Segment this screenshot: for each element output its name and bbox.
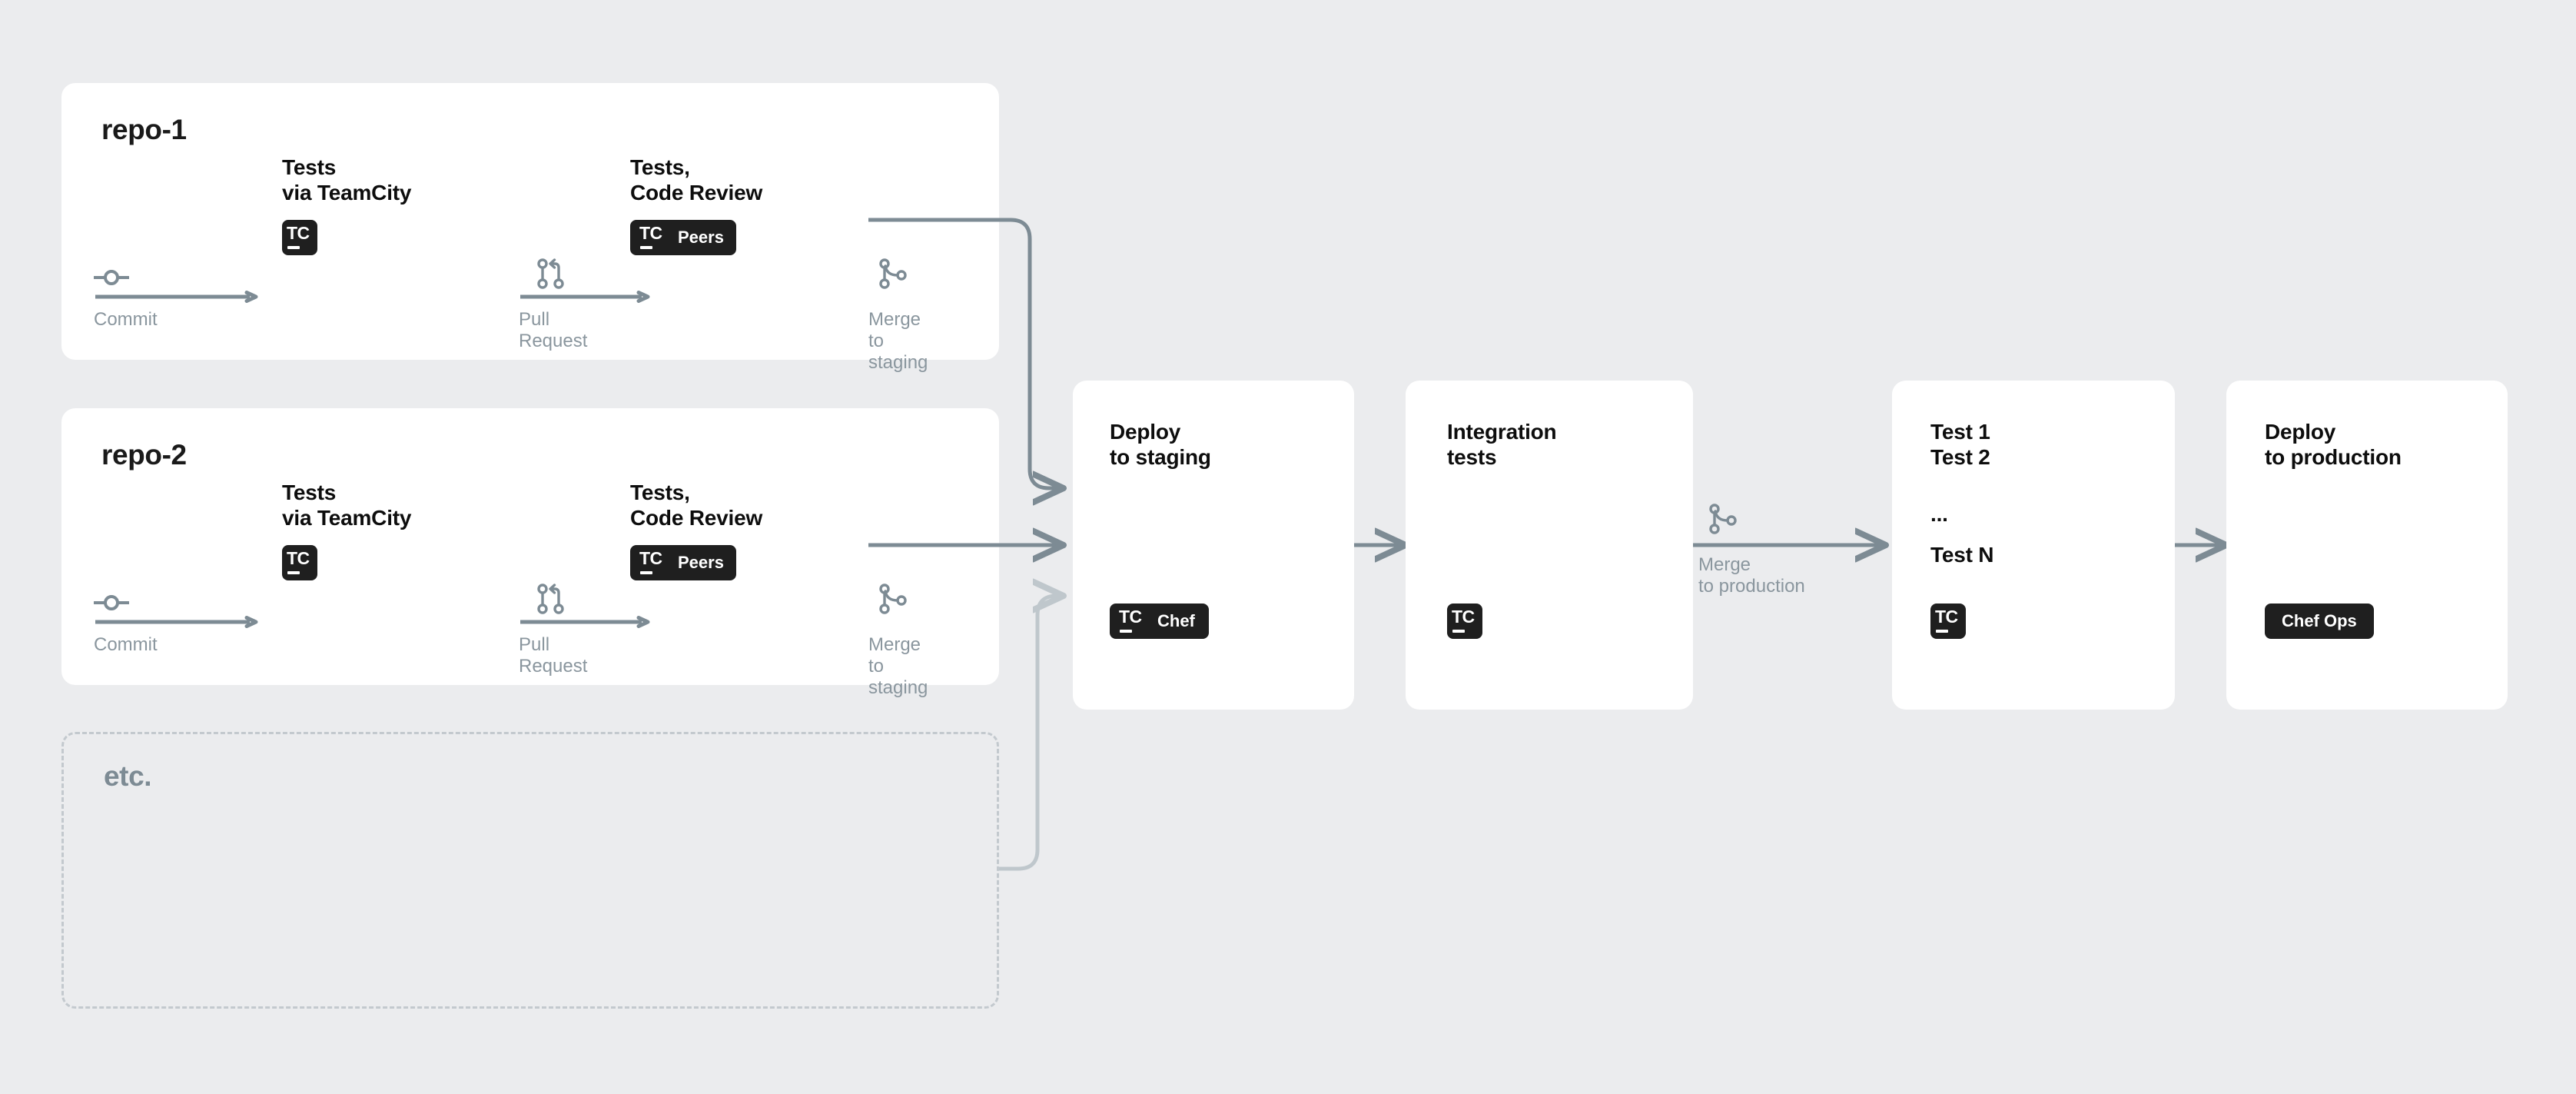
git-merge-icon xyxy=(879,258,907,293)
teamcity-logo-icon: TC xyxy=(287,223,313,249)
git-commit-icon xyxy=(93,268,130,291)
etc-title: etc. xyxy=(104,760,152,792)
step-title: Tests, Code Review xyxy=(630,155,763,205)
git-pull-request-icon xyxy=(537,584,565,618)
diagram-canvas: repo-1 Commit Tests via TeamCity TC Pull… xyxy=(0,0,2576,1094)
etc-card[interactable]: etc. xyxy=(61,732,999,1009)
arrow-line xyxy=(520,616,650,628)
badge-teamcity[interactable]: TC xyxy=(1930,604,1966,639)
teamcity-underline xyxy=(640,571,652,574)
teamcity-underline xyxy=(287,246,300,249)
teamcity-letters: TC xyxy=(639,223,662,243)
badge-teamcity-chef[interactable]: TC Chef xyxy=(1110,604,1209,639)
teamcity-letters: TC xyxy=(1119,607,1142,627)
teamcity-underline xyxy=(1120,630,1132,633)
teamcity-letters: TC xyxy=(639,548,662,568)
step-title: Tests via TeamCity xyxy=(282,155,412,205)
pipeline-card-ellipsis: ... xyxy=(1930,502,1948,526)
git-merge-icon xyxy=(879,584,907,618)
badge-chef-ops[interactable]: Chef Ops xyxy=(2265,604,2374,639)
pipeline-card-integration-tests[interactable]: Integration tests TC xyxy=(1406,381,1693,710)
pipeline-card-title: Test 1 Test 2 xyxy=(1930,420,1990,469)
arrow-line xyxy=(95,616,258,628)
badge-label: Chef Ops xyxy=(2282,611,2357,630)
teamcity-logo-icon: TC xyxy=(639,223,666,249)
arrow-line xyxy=(95,291,258,303)
merge-staging-line-repo1 xyxy=(868,218,1003,222)
transition-label: Commit xyxy=(94,309,158,330)
badge-label: Chef xyxy=(1157,611,1195,630)
git-merge-icon xyxy=(1709,504,1737,538)
badge-teamcity-peers[interactable]: TC Peers xyxy=(630,545,736,580)
badge-teamcity[interactable]: TC xyxy=(282,545,317,580)
pipeline-card-tests[interactable]: Test 1 Test 2 ... Test N TC xyxy=(1892,381,2175,710)
pipeline-card-title: Deploy to production xyxy=(2265,420,2402,469)
teamcity-logo-icon: TC xyxy=(1119,607,1145,633)
badge-teamcity[interactable]: TC xyxy=(282,220,317,255)
pipeline-card-deploy-production[interactable]: Deploy to production Chef Ops xyxy=(2226,381,2508,710)
pipeline-card-subtitle: Test N xyxy=(1930,543,1994,567)
pipeline-card-title: Deploy to staging xyxy=(1110,420,1211,469)
teamcity-logo-icon: TC xyxy=(639,548,666,574)
teamcity-underline xyxy=(1452,630,1465,633)
teamcity-letters: TC xyxy=(1935,607,1958,627)
badge-label: Peers xyxy=(678,228,724,247)
repo-card-2[interactable]: repo-2 Commit Tests via TeamCity TC Pull… xyxy=(61,408,1003,698)
merge-staging-line-repo2 xyxy=(868,543,1003,547)
transition-label: Commit xyxy=(94,634,158,655)
transition-label: Merge to staging xyxy=(868,309,928,373)
transition-label: Merge to staging xyxy=(868,634,928,698)
pipeline-card-deploy-staging[interactable]: Deploy to staging TC Chef xyxy=(1073,381,1354,710)
teamcity-logo-icon: TC xyxy=(287,548,313,574)
teamcity-logo-icon: TC xyxy=(1452,607,1478,633)
pipeline-card-title: Integration tests xyxy=(1447,420,1557,469)
teamcity-underline xyxy=(287,571,300,574)
repo-1-title: repo-1 xyxy=(101,114,187,145)
teamcity-logo-icon: TC xyxy=(1935,607,1961,633)
badge-teamcity[interactable]: TC xyxy=(1447,604,1482,639)
badge-label: Peers xyxy=(678,553,724,572)
transition-label: Pull Request xyxy=(519,309,588,351)
arrow-line xyxy=(520,291,650,303)
teamcity-underline xyxy=(1936,630,1948,633)
step-title: Tests, Code Review xyxy=(630,480,763,530)
repo-2-title: repo-2 xyxy=(101,439,187,471)
teamcity-letters: TC xyxy=(1452,607,1475,627)
repo-card-1[interactable]: repo-1 Commit Tests via TeamCity TC Pull… xyxy=(61,83,1003,373)
teamcity-underline xyxy=(640,246,652,249)
git-commit-icon xyxy=(93,593,130,617)
teamcity-letters: TC xyxy=(287,223,310,243)
teamcity-letters: TC xyxy=(287,548,310,568)
transition-label: Pull Request xyxy=(519,634,588,677)
badge-teamcity-peers[interactable]: TC Peers xyxy=(630,220,736,255)
transition-label: Merge to production xyxy=(1698,554,1805,597)
git-pull-request-icon xyxy=(537,258,565,293)
step-title: Tests via TeamCity xyxy=(282,480,412,530)
